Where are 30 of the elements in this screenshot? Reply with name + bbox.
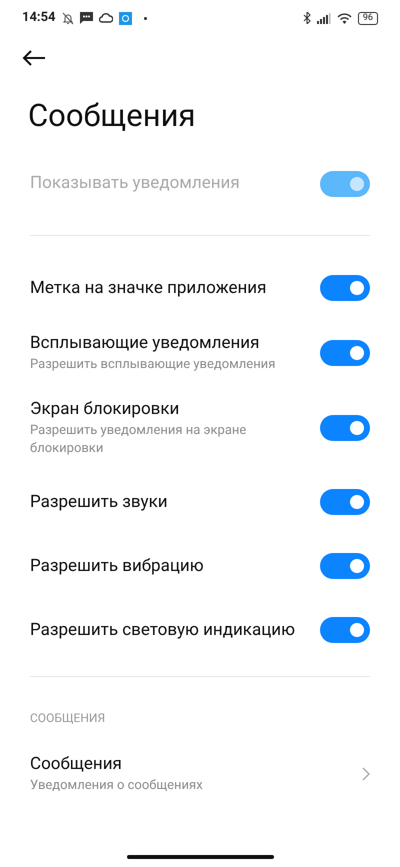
page-title: Сообщения — [27, 96, 196, 136]
setting-description: Разрешить всплывающие уведомления — [30, 356, 276, 374]
item-description: Уведомления о сообщениях — [30, 777, 203, 795]
setting-title: Метка на значке приложения — [30, 277, 266, 299]
list-item[interactable]: Сообщения Уведомления о сообщениях — [0, 753, 400, 795]
section-header: СООБЩЕНИЯ — [29, 710, 106, 727]
message-icon — [80, 12, 92, 24]
setting-title: Показывать уведомления — [30, 172, 240, 196]
battery-indicator: 96 — [358, 12, 378, 24]
item-title: Сообщения — [30, 753, 123, 775]
toggle-switch[interactable] — [320, 340, 370, 366]
toggle-switch[interactable] — [320, 275, 370, 301]
setting-title: Разрешить вибрацию — [30, 555, 204, 577]
setting-title: Всплывающие уведомления — [30, 332, 260, 354]
setting-title: Разрешить звуки — [30, 491, 168, 513]
toggle-switch[interactable] — [320, 489, 370, 515]
setting-description: Разрешить уведомления на экране блокировки — [30, 422, 248, 458]
toggle-switch[interactable] — [320, 553, 370, 579]
bluetooth-icon — [302, 12, 311, 24]
cloud-icon — [98, 13, 112, 23]
app-icon — [118, 12, 132, 24]
status-time: 14:54 — [22, 9, 56, 28]
setting-title: Экран блокировки — [30, 398, 180, 420]
signal-icon — [316, 12, 331, 24]
setting-title: Разрешить световую индикацию — [30, 619, 295, 641]
toggle-switch[interactable] — [320, 415, 370, 441]
wifi-icon — [336, 12, 352, 24]
chevron-right-icon — [362, 767, 370, 781]
toggle-switch[interactable] — [320, 617, 370, 643]
bell-off-icon — [62, 12, 74, 24]
